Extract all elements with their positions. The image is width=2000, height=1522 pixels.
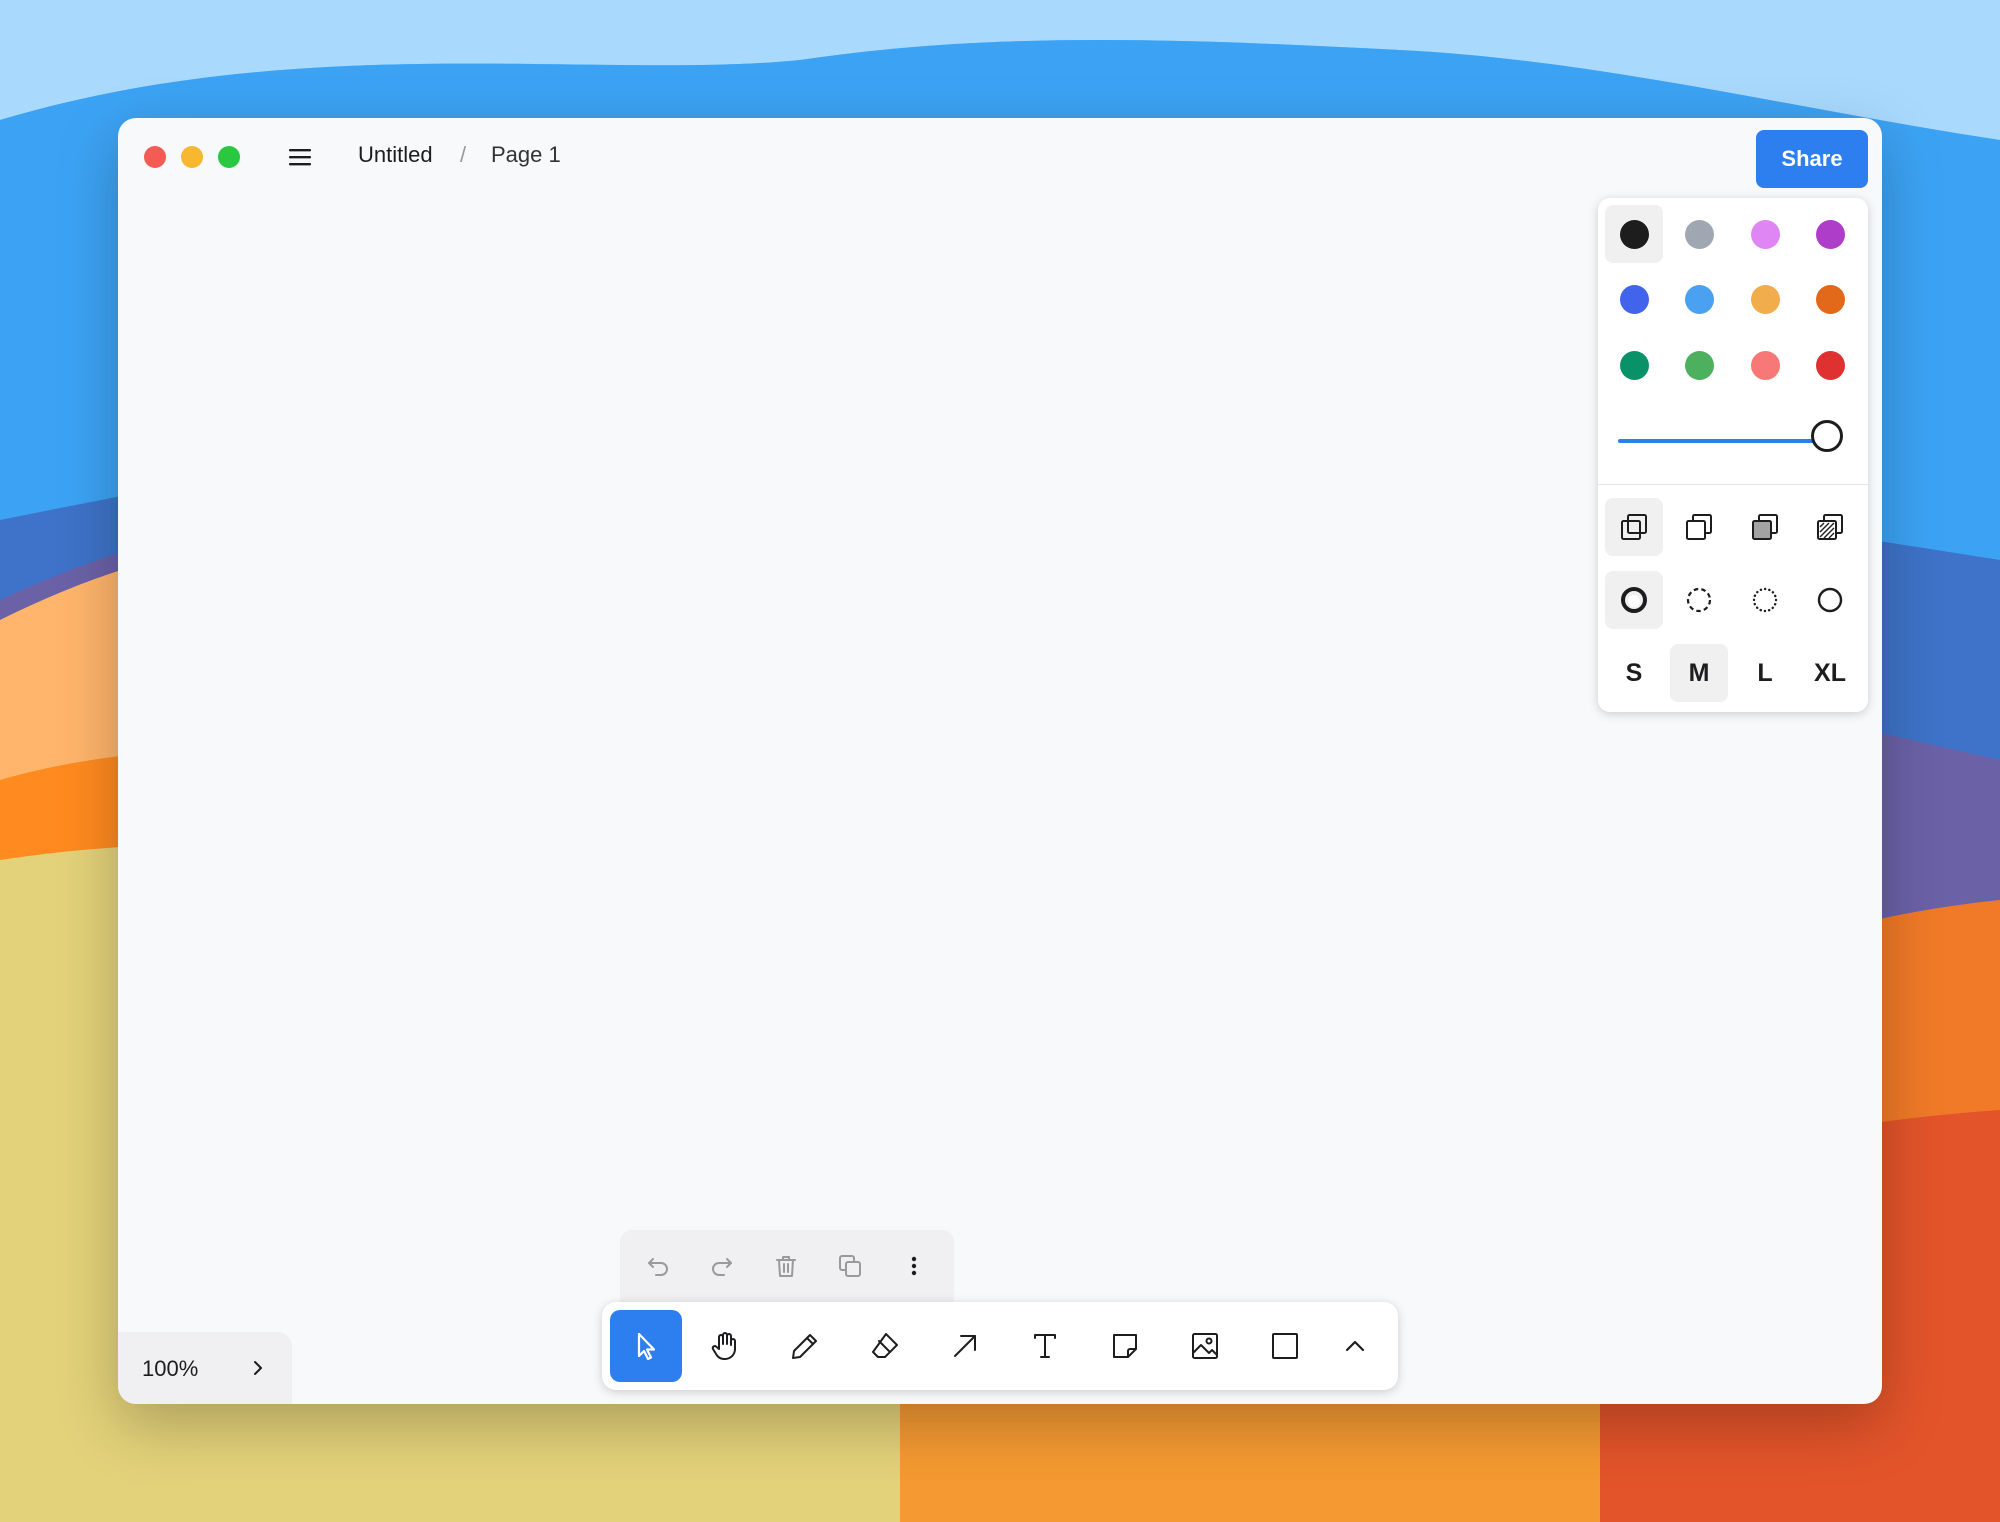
color-yellow[interactable] (1736, 270, 1794, 328)
select-icon (637, 1332, 656, 1361)
undo-button[interactable] (640, 1248, 676, 1284)
eraser-tool[interactable] (849, 1310, 921, 1382)
redo-button[interactable] (704, 1248, 740, 1284)
note-icon (1113, 1334, 1137, 1358)
fill-semi-icon (1686, 514, 1712, 540)
close-window-button[interactable] (144, 146, 166, 168)
trash-icon (776, 1256, 796, 1277)
text-tool[interactable] (1009, 1310, 1081, 1382)
size-xl-button[interactable]: XL (1801, 644, 1859, 702)
color-light-blue[interactable] (1670, 270, 1728, 328)
color-grey[interactable] (1670, 205, 1728, 263)
draw-tool[interactable] (769, 1310, 841, 1382)
eraser-icon (872, 1333, 898, 1358)
color-black[interactable] (1605, 205, 1663, 263)
color-light-violet[interactable] (1736, 205, 1794, 263)
share-button[interactable]: Share (1756, 130, 1868, 188)
page-name[interactable]: Page 1 (491, 142, 561, 168)
duplicate-icon (839, 1255, 861, 1277)
hamburger-menu-icon (289, 149, 311, 166)
size-m-button[interactable]: M (1670, 644, 1728, 702)
fill-solid-button[interactable] (1736, 498, 1794, 556)
fill-none-icon (1621, 514, 1647, 540)
chevron-up-icon (1345, 1340, 1365, 1352)
main-menu-button[interactable] (282, 140, 318, 174)
dash-dotted-button[interactable] (1736, 571, 1794, 629)
color-red[interactable] (1801, 336, 1859, 394)
minimap-toggle-button[interactable] (240, 1350, 276, 1386)
zoom-menu: 100% (118, 1332, 292, 1404)
size-s-label: S (1625, 658, 1643, 687)
fill-pattern-button[interactable] (1801, 498, 1859, 556)
image-tool[interactable] (1169, 1310, 1241, 1382)
size-l-label: L (1757, 658, 1773, 687)
image-icon (1192, 1333, 1218, 1359)
color-green[interactable] (1605, 336, 1663, 394)
duplicate-button[interactable] (832, 1248, 868, 1284)
breadcrumb-separator: / (460, 142, 467, 167)
dash-dotted-icon (1752, 587, 1778, 613)
maximize-window-button[interactable] (218, 146, 240, 168)
dash-solid-icon (1817, 587, 1843, 613)
hand-tool[interactable] (689, 1310, 761, 1382)
size-m-label: M (1688, 658, 1710, 687)
action-bar (620, 1230, 954, 1302)
color-blue[interactable] (1605, 270, 1663, 328)
color-violet[interactable] (1801, 205, 1859, 263)
rectangle-tool[interactable] (1249, 1310, 1321, 1382)
rectangle-icon (1272, 1333, 1298, 1359)
note-tool[interactable] (1089, 1310, 1161, 1382)
dash-dashed-button[interactable] (1670, 571, 1728, 629)
fill-none-button[interactable] (1605, 498, 1663, 556)
more-vertical-icon (911, 1256, 917, 1276)
size-s-button[interactable]: S (1605, 644, 1663, 702)
color-light-red[interactable] (1736, 336, 1794, 394)
arrow-tool[interactable] (929, 1310, 1001, 1382)
dash-draw-button[interactable] (1605, 571, 1663, 629)
redo-icon (712, 1258, 732, 1276)
color-orange[interactable] (1801, 270, 1859, 328)
fill-semi-button[interactable] (1670, 498, 1728, 556)
arrow-icon (954, 1335, 976, 1357)
size-l-button[interactable]: L (1736, 644, 1794, 702)
opacity-slider-track[interactable] (1618, 439, 1828, 443)
chevron-right-icon (254, 1361, 262, 1375)
style-panel: S M L XL (1598, 198, 1868, 712)
text-icon (1034, 1334, 1056, 1358)
more-tools-button[interactable] (1319, 1310, 1391, 1382)
more-actions-button[interactable] (896, 1248, 932, 1284)
dash-dashed-icon (1686, 587, 1712, 613)
select-tool[interactable] (610, 1310, 682, 1382)
dash-draw-icon (1621, 587, 1647, 613)
undo-icon (648, 1258, 668, 1276)
dash-solid-button[interactable] (1801, 571, 1859, 629)
fill-solid-icon (1752, 514, 1778, 540)
fill-pattern-icon (1817, 514, 1843, 540)
size-xl-label: XL (1814, 658, 1846, 687)
document-title[interactable]: Untitled (358, 142, 433, 168)
panel-divider (1598, 484, 1868, 485)
app-window: Untitled / Page 1 Share S M L XL 100% (118, 118, 1882, 1404)
zoom-level[interactable]: 100% (142, 1356, 198, 1382)
color-light-green[interactable] (1670, 336, 1728, 394)
main-toolbar (602, 1302, 1398, 1390)
delete-button[interactable] (768, 1248, 804, 1284)
pencil-icon (792, 1334, 817, 1359)
hand-icon (711, 1332, 736, 1360)
opacity-slider-thumb[interactable] (1811, 420, 1843, 452)
minimize-window-button[interactable] (181, 146, 203, 168)
